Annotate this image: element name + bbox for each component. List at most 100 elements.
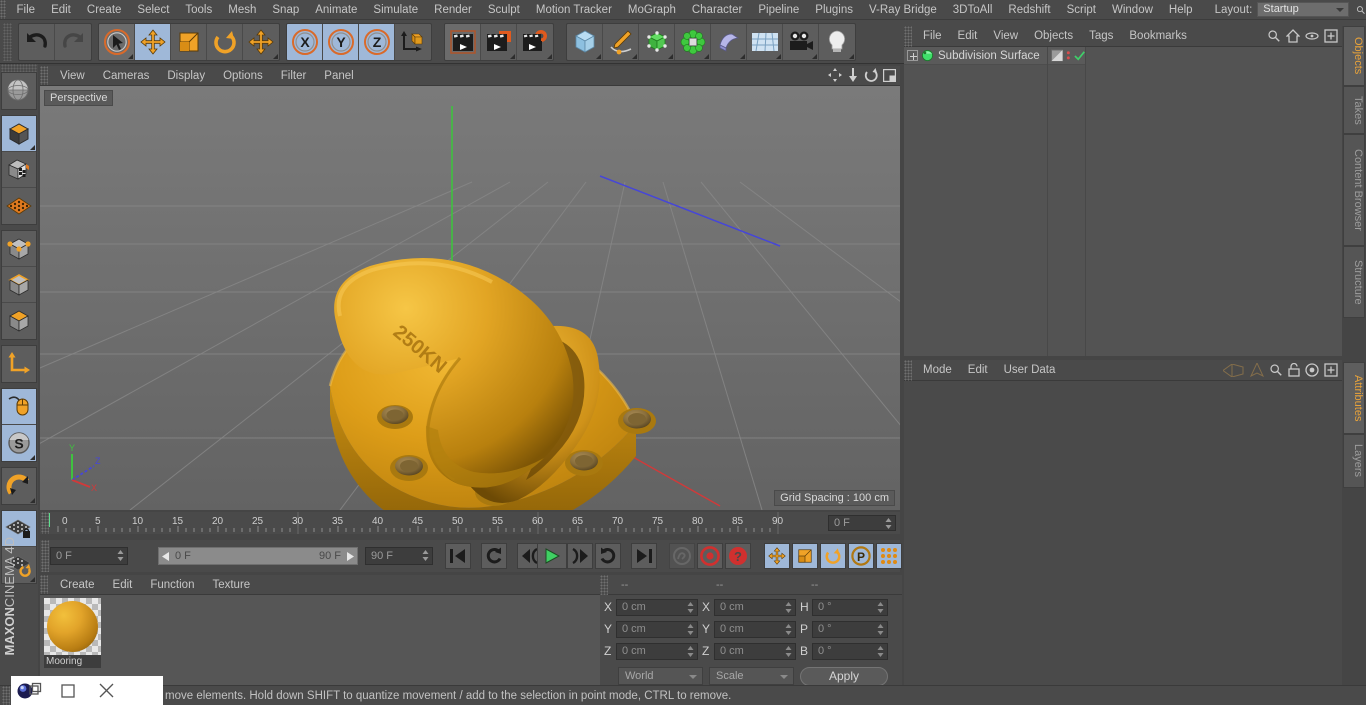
spinner-icon[interactable] — [785, 623, 792, 635]
dolly-view-icon[interactable] — [847, 68, 859, 82]
point-mode-button[interactable] — [2, 231, 36, 267]
spinner-icon[interactable] — [785, 645, 792, 657]
timeline-ruler[interactable]: 0 5 10 15 20 25 30 35 40 45 50 55 60 65 70 75 80 85 90 — [50, 512, 840, 534]
maximize-window-button[interactable] — [49, 676, 87, 705]
spinner-icon[interactable] — [785, 601, 792, 613]
menu-item-edit[interactable]: Edit — [43, 0, 79, 20]
redo-button[interactable] — [55, 24, 91, 60]
menu-item-plugins[interactable]: Plugins — [807, 0, 861, 20]
magnet-tool-button[interactable] — [2, 468, 36, 504]
status-grip[interactable] — [2, 685, 10, 705]
menu-item-simulate[interactable]: Simulate — [365, 0, 426, 20]
spinner-icon[interactable] — [687, 601, 694, 613]
polygon-mode-button[interactable] — [2, 303, 36, 339]
rotation-key-button[interactable] — [820, 543, 846, 569]
position-key-button[interactable] — [764, 543, 790, 569]
viewport-menu-options[interactable]: Options — [214, 66, 272, 86]
perspective-viewport[interactable]: 2017 250KN Perspecti — [40, 86, 900, 510]
material-menu-edit[interactable]: Edit — [104, 575, 142, 595]
object-tags-row[interactable] — [1048, 47, 1085, 65]
viewport-solo-button[interactable] — [2, 389, 36, 425]
tab-content-browser[interactable]: Content Browser — [1343, 134, 1365, 246]
record-active-objects-button[interactable] — [697, 543, 723, 569]
spinner-icon[interactable] — [687, 645, 694, 657]
autokey-button[interactable] — [669, 543, 695, 569]
om-menu-edit[interactable]: Edit — [950, 26, 986, 47]
object-row[interactable]: Subdivision Surface — [904, 47, 1047, 65]
viewport-menu-panel[interactable]: Panel — [315, 66, 362, 86]
viewport-menu-display[interactable]: Display — [158, 66, 214, 86]
viewport-menu-grip[interactable] — [40, 66, 48, 85]
new-layer-icon[interactable] — [1324, 29, 1338, 43]
generator-button[interactable] — [639, 23, 675, 60]
keyframe-selection-button[interactable]: ? — [725, 543, 751, 569]
size-z-field[interactable]: 0 cm — [714, 642, 796, 660]
object-tree[interactable]: Subdivision Surface — [904, 47, 1342, 356]
phong-tag-icon[interactable] — [1051, 49, 1064, 62]
app-icon-button[interactable] — [11, 676, 49, 705]
rot-p-field[interactable]: 0 ° — [812, 620, 888, 638]
home-icon[interactable] — [1286, 29, 1300, 43]
lock-y-axis-button[interactable]: Y — [323, 23, 359, 60]
attribute-manager-grip[interactable] — [904, 359, 912, 381]
mograph-cloner-button[interactable] — [675, 23, 711, 60]
loop-forward-button[interactable] — [595, 543, 621, 569]
menu-item-redshift[interactable]: Redshift — [1000, 0, 1058, 20]
search-icon[interactable] — [1356, 3, 1366, 17]
toolbar-grip[interactable] — [3, 22, 12, 61]
cube-primitive-button[interactable] — [567, 23, 603, 60]
coordinate-mode-select[interactable]: Scale — [709, 667, 794, 685]
timeline-frame-field[interactable]: 0 F — [828, 515, 896, 531]
transport-grip[interactable] — [41, 540, 49, 572]
lock-icon[interactable] — [1288, 363, 1300, 377]
slider-right-arrow-icon[interactable] — [345, 551, 354, 561]
coordinates-grip[interactable] — [600, 574, 608, 595]
material-menu-create[interactable]: Create — [51, 575, 104, 595]
menu-item-help[interactable]: Help — [1161, 0, 1201, 20]
coordinate-space-select[interactable]: World — [618, 667, 703, 685]
workplane-mode-button[interactable] — [2, 188, 36, 224]
select-tool-button[interactable] — [99, 23, 135, 60]
pos-y-field[interactable]: 0 cm — [616, 620, 698, 638]
axis-mode-button[interactable] — [2, 346, 36, 382]
menu-item-animate[interactable]: Animate — [307, 0, 365, 20]
menu-item-pipeline[interactable]: Pipeline — [750, 0, 807, 20]
spinner-icon[interactable] — [117, 550, 124, 561]
scale-key-button[interactable] — [792, 543, 818, 569]
nav-back-icon[interactable] — [1223, 363, 1245, 377]
scene-floor-button[interactable] — [747, 23, 783, 60]
am-menu-user-data[interactable]: User Data — [996, 360, 1064, 381]
light-button[interactable] — [819, 24, 855, 60]
new-tab-icon[interactable] — [1324, 363, 1338, 377]
search-icon[interactable] — [1267, 29, 1281, 43]
timeline-grip[interactable] — [41, 512, 49, 534]
point-level-anim-button[interactable] — [876, 543, 902, 569]
menu-item-motion-tracker[interactable]: Motion Tracker — [528, 0, 620, 20]
menu-item-3dtoall[interactable]: 3DToAll — [945, 0, 1001, 20]
loop-back-button[interactable] — [481, 543, 507, 569]
rotate-view-icon[interactable] — [864, 68, 878, 82]
spline-pen-button[interactable] — [603, 23, 639, 60]
spinner-icon[interactable] — [687, 623, 694, 635]
undo-button[interactable] — [19, 23, 55, 60]
close-window-button[interactable] — [87, 676, 125, 705]
pan-view-icon[interactable] — [828, 68, 842, 82]
snap-enable-button[interactable]: S — [2, 425, 36, 461]
move-axis-button[interactable] — [243, 24, 279, 60]
spinner-icon[interactable] — [877, 623, 884, 635]
render-settings-button[interactable] — [517, 24, 553, 60]
spinner-icon[interactable] — [885, 518, 892, 529]
spinner-icon[interactable] — [422, 550, 429, 561]
visibility-dots-icon[interactable] — [1066, 49, 1071, 62]
material-item[interactable]: Mooring — [44, 598, 101, 668]
spinner-icon[interactable] — [877, 601, 884, 613]
maximize-view-icon[interactable] — [883, 68, 896, 82]
tab-attributes[interactable]: Attributes — [1343, 362, 1365, 434]
menu-item-create[interactable]: Create — [79, 0, 130, 20]
menu-item-vray-bridge[interactable]: V-Ray Bridge — [861, 0, 945, 20]
menu-item-script[interactable]: Script — [1059, 0, 1104, 20]
start-frame-field[interactable]: 0 F — [50, 547, 128, 565]
size-y-field[interactable]: 0 cm — [714, 620, 796, 638]
deformer-button[interactable] — [711, 23, 747, 60]
menu-item-mesh[interactable]: Mesh — [220, 0, 264, 20]
